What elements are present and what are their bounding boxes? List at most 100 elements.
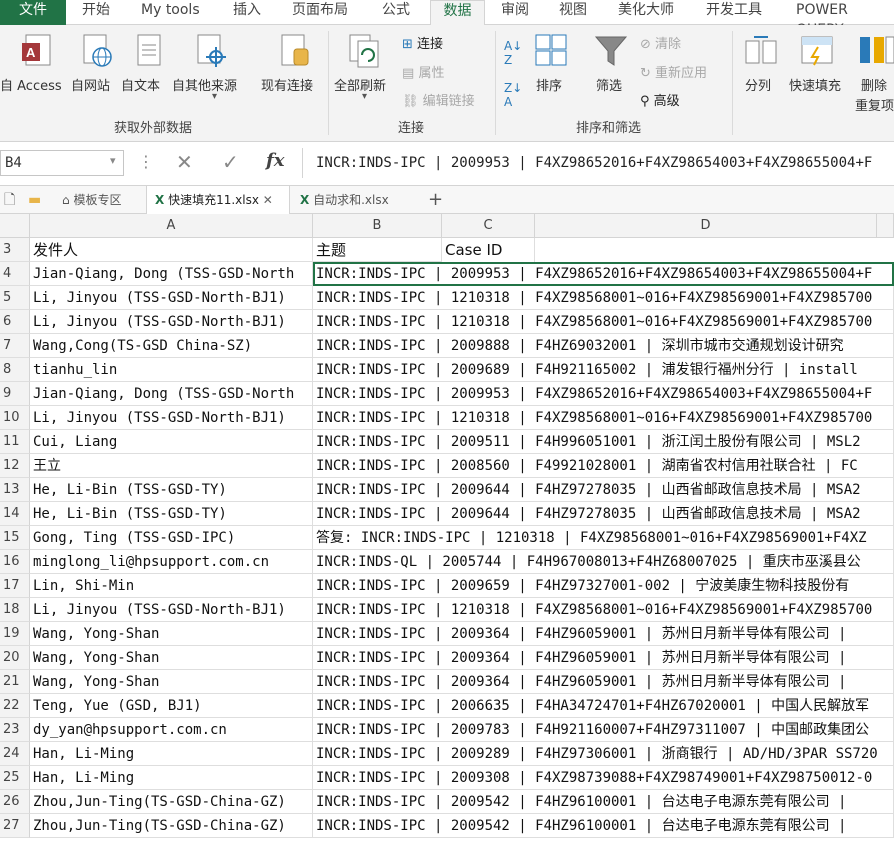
cell-b[interactable]: INCR:INDS-IPC | 2009364 | F4HZ96059001 |…	[313, 622, 894, 646]
row-header[interactable]: 25	[0, 766, 30, 790]
row-header[interactable]: 26	[0, 790, 30, 814]
cell-b[interactable]: INCR:INDS-IPC | 2009289 | F4HZ97306001 |…	[313, 742, 894, 766]
cell-a[interactable]: Teng, Yue (GSD, BJ1)	[30, 694, 313, 718]
cell-a[interactable]: Jian-Qiang, Dong (TSS-GSD-North	[30, 382, 313, 406]
row-header[interactable]: 11	[0, 430, 30, 454]
column-header-d[interactable]: D	[535, 214, 877, 238]
cell-a[interactable]: Jian-Qiang, Dong (TSS-GSD-North	[30, 262, 313, 286]
cell-b[interactable]: INCR:INDS-IPC | 2009888 | F4HZ69032001 |…	[313, 334, 894, 358]
row-header[interactable]: 3	[0, 238, 30, 262]
row-header[interactable]: 5	[0, 286, 30, 310]
cell-a[interactable]: tianhu_lin	[30, 358, 313, 382]
cell-b[interactable]: 答复: INCR:INDS-IPC | 1210318 | F4XZ985680…	[313, 526, 894, 550]
cell-a[interactable]: Han, Li-Ming	[30, 766, 313, 790]
cell-b[interactable]: INCR:INDS-IPC | 2009953 | F4XZ98652016+F…	[313, 382, 894, 406]
row-header[interactable]: 8	[0, 358, 30, 382]
row-header[interactable]: 16	[0, 550, 30, 574]
clear-button[interactable]: ⊘ 清除	[640, 33, 681, 52]
cell-a[interactable]: Wang,Cong(TS-GSD China-SZ)	[30, 334, 313, 358]
row-header[interactable]: 20	[0, 646, 30, 670]
cell-b[interactable]: INCR:INDS-IPC | 2009308 | F4XZ98739088+F…	[313, 766, 894, 790]
cell-b[interactable]: INCR:INDS-IPC | 2006635 | F4HA34724701+F…	[313, 694, 894, 718]
from-other-sources-button[interactable]: 自其他来源	[172, 75, 237, 94]
cell-a[interactable]: Zhou,Jun-Ting(TS-GSD-China-GZ)	[30, 814, 313, 838]
chevron-down-icon[interactable]: ▾	[362, 91, 367, 102]
from-web-button[interactable]: 自网站	[71, 75, 110, 94]
cell-b[interactable]: INCR:INDS-IPC | 2009953 | F4XZ98652016+F…	[313, 262, 894, 286]
tab-my-tools[interactable]: My tools	[141, 0, 200, 25]
column-header-e[interactable]	[877, 214, 894, 238]
formula-input[interactable]: INCR:INDS-IPC | 2009953 | F4XZ98652016+F…	[316, 150, 872, 176]
column-header-c[interactable]: C	[442, 214, 535, 238]
reapply-button[interactable]: ↻ 重新应用	[640, 62, 707, 81]
tab-template-zone[interactable]: ⌂ 模板专区	[52, 186, 146, 214]
folder-icon[interactable]: ▬	[28, 186, 41, 214]
cell-a[interactable]: Li, Jinyou (TSS-GSD-North-BJ1)	[30, 598, 313, 622]
row-header[interactable]: 27	[0, 814, 30, 838]
cell-b[interactable]: INCR:INDS-IPC | 2009659 | F4HZ97327001-0…	[313, 574, 894, 598]
column-header-b[interactable]: B	[313, 214, 442, 238]
cell-a[interactable]: Li, Jinyou (TSS-GSD-North-BJ1)	[30, 310, 313, 334]
cell-a[interactable]: Li, Jinyou (TSS-GSD-North-BJ1)	[30, 286, 313, 310]
tab-view[interactable]: 视图	[559, 0, 587, 25]
tab-formulas[interactable]: 公式	[382, 0, 410, 25]
cell-c[interactable]: Case ID	[442, 238, 535, 262]
cell-a[interactable]: minglong_li@hpsupport.com.cn	[30, 550, 313, 574]
cell-b[interactable]: INCR:INDS-IPC | 2009511 | F4H996051001 |…	[313, 430, 894, 454]
new-file-icon[interactable]: 🗋	[4, 186, 15, 214]
spreadsheet-grid[interactable]: A B C D 3 发件人 主题 Case ID 4 Jian-Qiang, Dong (…	[0, 214, 894, 851]
row-header[interactable]: 23	[0, 718, 30, 742]
cell-a[interactable]: Gong, Ting (TSS-GSD-IPC)	[30, 526, 313, 550]
row-header[interactable]: 21	[0, 670, 30, 694]
remove-duplicates-button[interactable]: 删除	[861, 75, 887, 94]
chevron-down-icon[interactable]: ▾	[110, 154, 116, 167]
cell-a[interactable]: Li, Jinyou (TSS-GSD-North-BJ1)	[30, 406, 313, 430]
cell-b[interactable]: INCR:INDS-IPC | 2009783 | F4H921160007+F…	[313, 718, 894, 742]
chevron-down-icon[interactable]: ▾	[212, 91, 217, 102]
row-header[interactable]: 14	[0, 502, 30, 526]
tab-insert[interactable]: 插入	[233, 0, 261, 25]
row-header[interactable]: 22	[0, 694, 30, 718]
row-header[interactable]: 24	[0, 742, 30, 766]
sort-descending-icon[interactable]: Z↓ A	[504, 81, 522, 109]
tab-data[interactable]: 数据	[430, 0, 485, 26]
cell-a[interactable]: Zhou,Jun-Ting(TS-GSD-China-GZ)	[30, 790, 313, 814]
cell-a[interactable]: He, Li-Bin (TSS-GSD-TY)	[30, 478, 313, 502]
connections-button[interactable]: ⊞ 连接	[402, 33, 443, 52]
tab-review[interactable]: 审阅	[501, 0, 529, 25]
cell-b[interactable]: INCR:INDS-IPC | 1210318 | F4XZ98568001~0…	[313, 406, 894, 430]
cell-a[interactable]: 发件人	[30, 238, 313, 262]
from-text-button[interactable]: 自文本	[121, 75, 160, 94]
cell-b[interactable]: INCR:INDS-IPC | 2009364 | F4HZ96059001 |…	[313, 670, 894, 694]
add-tab-icon[interactable]: +	[428, 186, 443, 214]
cell-b[interactable]: INCR:INDS-IPC | 2009689 | F4H921165002 |…	[313, 358, 894, 382]
cell-b[interactable]: INCR:INDS-IPC | 2009364 | F4HZ96059001 |…	[313, 646, 894, 670]
row-header[interactable]: 7	[0, 334, 30, 358]
cell-a[interactable]: 王立	[30, 454, 313, 478]
edit-links-button[interactable]: ⛓ 编辑链接	[402, 90, 475, 109]
row-header[interactable]: 18	[0, 598, 30, 622]
tab-beautify[interactable]: 美化大师	[618, 0, 674, 25]
cell-b[interactable]: INCR:INDS-IPC | 2009542 | F4HZ96100001 |…	[313, 814, 894, 838]
tab-page-layout[interactable]: 页面布局	[292, 0, 348, 25]
cell-b[interactable]: INCR:INDS-IPC | 2008560 | F49921028001 |…	[313, 454, 894, 478]
properties-button[interactable]: ▤ 属性	[402, 62, 444, 81]
cell-b[interactable]: INCR:INDS-IPC | 1210318 | F4XZ98568001~0…	[313, 598, 894, 622]
refresh-all-button[interactable]: 全部刷新	[334, 75, 386, 94]
advanced-button[interactable]: ⚲ 高级	[640, 90, 680, 109]
cell-b[interactable]: INCR:INDS-IPC | 2009644 | F4HZ97278035 |…	[313, 502, 894, 526]
row-header[interactable]: 17	[0, 574, 30, 598]
tab-flash-fill-workbook[interactable]: X 快速填充11.xlsx ✕	[146, 186, 290, 214]
name-box[interactable]: B4	[0, 150, 124, 176]
tab-autosum-workbook[interactable]: X 自动求和.xlsx	[296, 186, 416, 214]
cell-b[interactable]: INCR:INDS-IPC | 2009644 | F4HZ97278035 |…	[313, 478, 894, 502]
row-header[interactable]: 15	[0, 526, 30, 550]
row-header[interactable]: 10	[0, 406, 30, 430]
enter-icon[interactable]: ✓	[222, 150, 239, 174]
cell-b[interactable]: INCR:INDS-IPC | 2009542 | F4HZ96100001 |…	[313, 790, 894, 814]
row-header[interactable]: 6	[0, 310, 30, 334]
tab-home[interactable]: 开始	[82, 0, 110, 25]
from-access-button[interactable]: 自 Access	[0, 75, 62, 94]
cell-b[interactable]: INCR:INDS-IPC | 1210318 | F4XZ98568001~0…	[313, 310, 894, 334]
row-header[interactable]: 13	[0, 478, 30, 502]
